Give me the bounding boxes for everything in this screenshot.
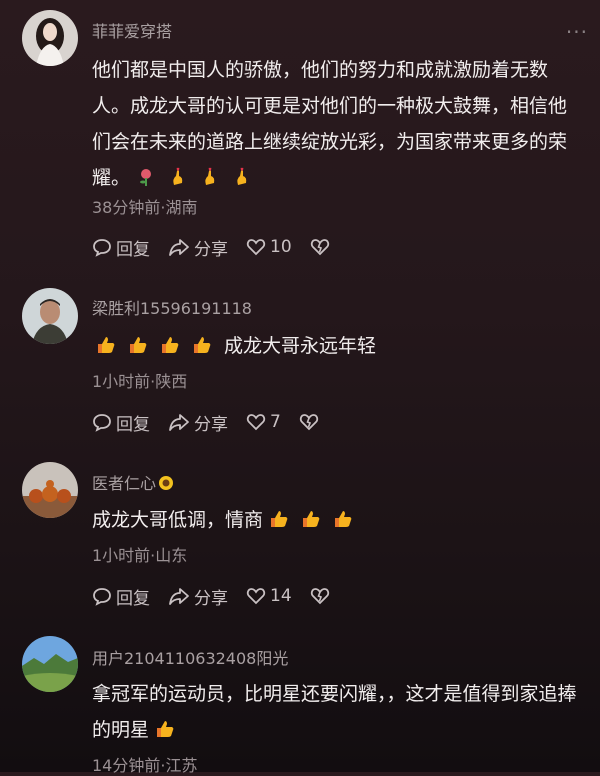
- reply-label: 回复: [116, 414, 150, 435]
- heart-icon: [246, 588, 266, 605]
- like-button[interactable]: 10: [246, 237, 292, 257]
- comment-username[interactable]: 梁胜利15596191118: [92, 295, 252, 319]
- reply-button[interactable]: 回复: [92, 410, 150, 435]
- comment-text-body: 成龙大哥低调，情商: [92, 509, 264, 531]
- avatar[interactable]: [22, 288, 78, 344]
- comment-actions: 回复 分享 7: [92, 410, 341, 435]
- broken-heart-icon: [310, 239, 329, 256]
- like-count: 14: [270, 586, 292, 606]
- comment-text: 他们都是中国人的骄傲，他们的努力和成就激励着无数人。成龙大哥的认可更是对他们的一…: [92, 52, 582, 196]
- like-count: 10: [270, 237, 292, 257]
- comment-text-body: 他们都是中国人的骄傲，他们的努力和成就激励着无数人。成龙大哥的认可更是对他们的一…: [92, 59, 568, 189]
- share-button[interactable]: 分享: [168, 584, 228, 609]
- reply-button[interactable]: 回复: [92, 235, 150, 260]
- like-button[interactable]: 14: [246, 586, 292, 606]
- comment-text: 成龙大哥低调，情商: [92, 502, 582, 538]
- thumbs-up-emoji: [271, 511, 288, 527]
- thumbs-up-emoji: [194, 337, 211, 353]
- finger-heart-emoji: [205, 167, 215, 185]
- sunflower-emoji: [159, 476, 174, 490]
- share-label: 分享: [194, 588, 228, 609]
- finger-heart-emoji: [237, 167, 247, 185]
- avatar[interactable]: [22, 636, 78, 692]
- avatar[interactable]: [22, 10, 78, 66]
- avatar[interactable]: [22, 462, 78, 518]
- reply-label: 回复: [116, 239, 150, 260]
- share-button[interactable]: 分享: [168, 410, 228, 435]
- comment-username-text: 医者仁心: [92, 474, 157, 493]
- like-count: 7: [270, 412, 281, 432]
- rose-emoji: [140, 169, 152, 186]
- broken-heart-icon: [299, 414, 318, 431]
- comment-username[interactable]: 医者仁心: [92, 470, 174, 494]
- reply-label: 回复: [116, 588, 150, 609]
- comment-actions: 回复 分享 10: [92, 235, 352, 260]
- heart-icon: [246, 239, 266, 256]
- thumbs-up-emoji: [157, 721, 174, 737]
- share-icon: [169, 239, 189, 256]
- dislike-button[interactable]: [299, 412, 323, 432]
- more-options-icon[interactable]: ···: [566, 20, 588, 44]
- thumbs-up-emoji: [335, 511, 352, 527]
- thumbs-up-emoji: [162, 337, 179, 353]
- share-button[interactable]: 分享: [168, 235, 228, 260]
- dislike-button[interactable]: [310, 586, 334, 606]
- thumbs-up-emoji: [303, 511, 320, 527]
- share-icon: [169, 588, 189, 605]
- reply-icon: [93, 588, 111, 606]
- comment-text: 成龙大哥永远年轻: [92, 328, 582, 364]
- share-icon: [169, 414, 189, 431]
- comment-meta: 1小时前·山东: [92, 546, 188, 565]
- comment-meta: 38分钟前·湖南: [92, 198, 198, 217]
- comment-username[interactable]: 用户2104110632408阳光: [92, 645, 288, 669]
- broken-heart-icon: [310, 588, 329, 605]
- reply-icon: [93, 239, 111, 257]
- like-button[interactable]: 7: [246, 412, 281, 432]
- heart-icon: [246, 414, 266, 431]
- dislike-button[interactable]: [310, 237, 334, 257]
- comment-text-body: 成龙大哥永远年轻: [224, 335, 377, 357]
- comment-text: 拿冠军的运动员，比明星还要闪耀，，这才是值得到家追捧的明星: [92, 676, 582, 748]
- thumbs-up-emoji: [98, 337, 115, 353]
- finger-heart-emoji: [173, 167, 183, 185]
- reply-icon: [93, 414, 111, 432]
- comment-actions: 回复 分享 14: [92, 584, 352, 609]
- comment-meta: 1小时前·陕西: [92, 372, 188, 391]
- thumbs-up-emoji: [130, 337, 147, 353]
- reply-button[interactable]: 回复: [92, 584, 150, 609]
- comment-username[interactable]: 菲菲爱穿搭: [92, 18, 172, 42]
- share-label: 分享: [194, 239, 228, 260]
- comment-meta: 14分钟前·江苏: [92, 756, 198, 775]
- share-label: 分享: [194, 414, 228, 435]
